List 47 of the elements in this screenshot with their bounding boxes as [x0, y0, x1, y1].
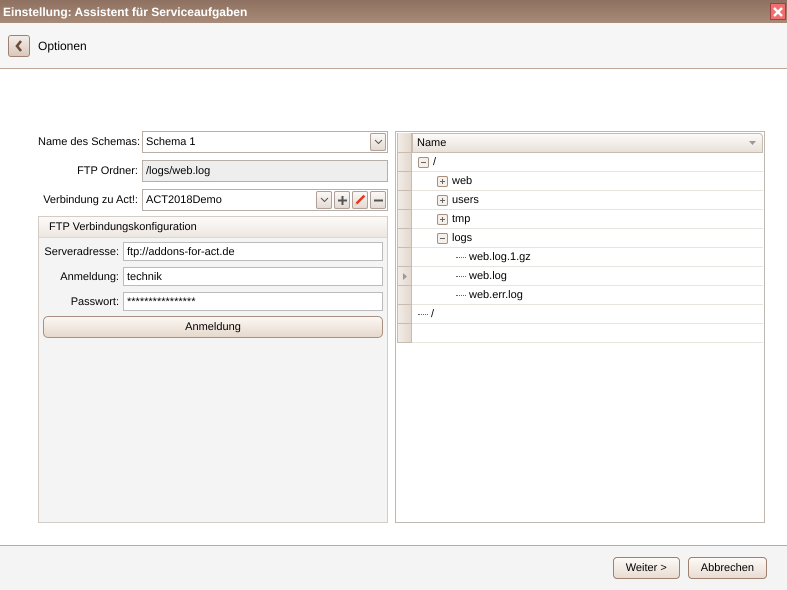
tree-item[interactable]: users	[452, 194, 479, 206]
collapse-icon[interactable]	[418, 156, 429, 168]
tree-item[interactable]: logs	[452, 232, 472, 244]
tree-item[interactable]: web	[452, 175, 472, 187]
input-field[interactable]: ****************	[123, 292, 383, 311]
dropdown-button[interactable]	[316, 191, 332, 209]
back-button[interactable]	[8, 34, 30, 56]
group-title: FTP Verbindungskonfiguration	[39, 217, 387, 238]
field-label: Verbindung zu Act!:	[42, 194, 138, 206]
window-title: Einstellung: Assistent für Serviceaufgaben	[3, 4, 248, 18]
field-label: Anmeldung:	[59, 270, 119, 282]
tree-item[interactable]: /	[431, 308, 434, 320]
login-button[interactable]: Anmeldung	[43, 316, 383, 338]
tree-item[interactable]: web.err.log	[469, 289, 523, 301]
pencil-icon	[353, 192, 367, 208]
chevron-down-icon	[374, 139, 382, 145]
expand-icon[interactable]	[437, 194, 448, 206]
field-label: FTP Ordner:	[76, 165, 138, 177]
input-field[interactable]: technik	[123, 267, 383, 286]
field-label: Serveradresse:	[43, 246, 119, 258]
tree-item[interactable]: /	[433, 156, 436, 168]
cancel-button[interactable]: Abbrechen	[688, 557, 767, 579]
schema-dropdown[interactable]: Schema 1	[142, 131, 388, 153]
row-indicator[interactable]	[397, 267, 412, 286]
input-field[interactable]: ftp://addons-for-act.de	[123, 242, 383, 261]
chevron-down-icon	[320, 197, 328, 203]
collapse-icon[interactable]	[437, 232, 448, 244]
tree-item[interactable]: web.log.1.gz	[469, 251, 531, 263]
field-label: Name des Schemas:	[38, 136, 138, 148]
sort-arrow-icon	[749, 141, 756, 145]
connection-dropdown[interactable]: ACT2018Demo	[142, 189, 388, 211]
field-label: Passwort:	[70, 296, 119, 308]
expand-icon[interactable]	[437, 176, 448, 186]
tree-item[interactable]: web.log	[469, 270, 507, 282]
folder-field[interactable]: /logs/web.log	[142, 160, 388, 182]
dropdown-button[interactable]	[370, 133, 386, 151]
expand-icon[interactable]	[437, 214, 448, 224]
column-header[interactable]: Name	[412, 133, 763, 153]
page-title: Optionen	[38, 38, 87, 52]
next-button[interactable]: Weiter >	[612, 557, 680, 579]
tree-item[interactable]: tmp	[452, 213, 470, 225]
close-button[interactable]	[770, 3, 786, 20]
chevron-left-icon	[15, 40, 23, 52]
add-button[interactable]	[334, 191, 350, 209]
edit-button[interactable]	[352, 191, 368, 209]
plus-icon	[338, 196, 346, 204]
remove-button[interactable]	[370, 191, 386, 209]
